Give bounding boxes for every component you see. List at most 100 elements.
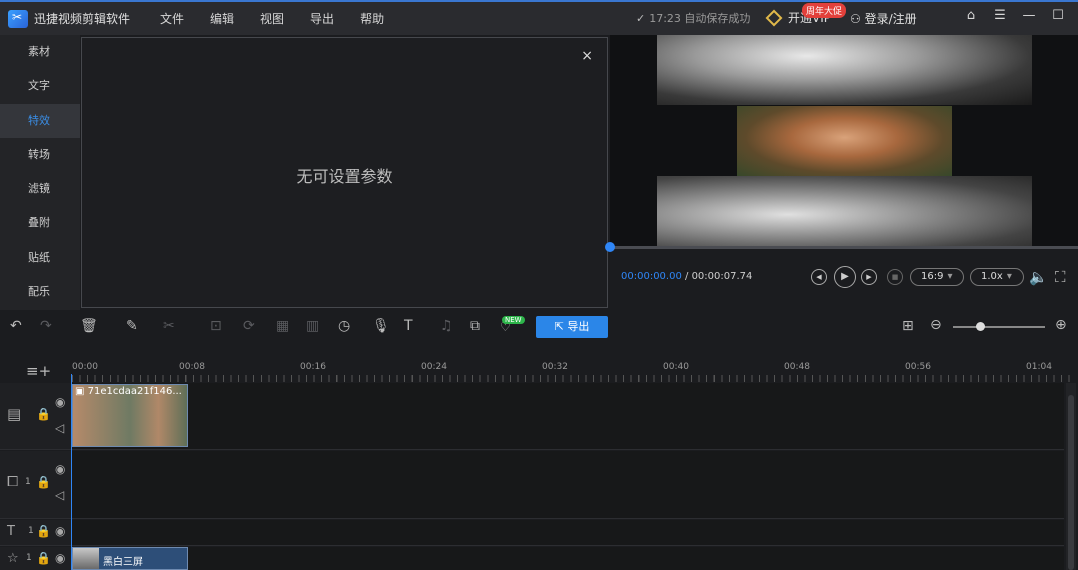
maximize-icon[interactable]: ☐ (1046, 8, 1070, 23)
mosaic-icon[interactable]: ▦ (276, 318, 289, 334)
stop-icon[interactable]: ■ (887, 269, 903, 285)
hamburger-menu-icon[interactable]: ☰ (988, 8, 1012, 23)
next-frame-icon[interactable]: ▶ (861, 269, 877, 285)
app-title: 迅捷视频剪辑软件 (34, 12, 131, 26)
ruler-label: 00:32 (542, 362, 568, 372)
menu-view[interactable]: 视图 (260, 10, 284, 27)
eye-icon[interactable]: ◉ (55, 551, 65, 565)
sidebar-item-stickers[interactable]: 贴纸 (0, 241, 80, 275)
speaker-icon[interactable]: ◁ (55, 421, 64, 435)
sidebar-item-overlay[interactable]: 叠附 (0, 206, 80, 240)
time-separator: / (681, 271, 692, 282)
pip-track-lane[interactable] (72, 451, 1064, 519)
lock-icon[interactable]: 🔒 (36, 524, 51, 538)
lock-icon[interactable]: 🔒 (36, 407, 51, 421)
timeline-scrollbar[interactable] (1066, 383, 1076, 570)
effects-track-icon: ☆ (7, 551, 19, 566)
seek-bar[interactable] (610, 246, 1078, 249)
zoom-slider-track[interactable] (953, 326, 1045, 328)
home-icon[interactable]: ⌂ (959, 8, 983, 23)
sidebar-item-material[interactable]: 素材 (0, 35, 80, 69)
pip-track-icon: ⧠ (7, 474, 19, 490)
aspect-ratio-select[interactable]: 16:9 ▾ (910, 268, 964, 286)
text-track-icon: T (7, 524, 15, 539)
sidebar-item-text[interactable]: 文字 (0, 69, 80, 103)
zoom-out-icon[interactable]: ⊖ (930, 317, 942, 333)
sidebar-item-transitions[interactable]: 转场 (0, 138, 80, 172)
lock-icon[interactable]: 🔒 (36, 551, 51, 565)
chevron-down-icon: ▾ (1006, 271, 1012, 282)
text-to-speech-icon[interactable]: T (404, 318, 413, 334)
eye-icon[interactable]: ◉ (55, 524, 65, 538)
aspect-value: 16:9 (921, 271, 944, 282)
volume-icon[interactable]: 🔈 (1029, 268, 1048, 286)
redo-icon[interactable]: ↷ (40, 318, 52, 334)
previous-frame-icon[interactable]: ◀ (811, 269, 827, 285)
track-index: 1 (28, 526, 34, 536)
edit-icon[interactable]: ✎ (126, 318, 138, 334)
preview-strip-middle (737, 106, 952, 176)
preview-strip-bottom (657, 176, 1032, 246)
fullscreen-icon[interactable]: ⛶ (1055, 268, 1066, 286)
play-icon[interactable]: ▶ (834, 266, 856, 288)
pip-icon[interactable]: ⧉ (470, 318, 480, 334)
sidebar-item-filters[interactable]: 滤镜 (0, 172, 80, 206)
ruler-label: 00:40 (663, 362, 689, 372)
crop-icon[interactable]: ⊡ (210, 318, 222, 334)
delete-icon[interactable]: 🗑 (80, 318, 98, 334)
user-icon: ⚇ (850, 12, 865, 26)
effects-track-lane[interactable] (72, 547, 1064, 570)
voice-change-icon[interactable]: ♫ (440, 318, 453, 334)
app-logo-icon (8, 9, 28, 28)
login-button[interactable]: ⚇ 登录/注册 (850, 10, 917, 27)
export-label: 导出 (567, 320, 590, 333)
cut-icon[interactable]: ✂ (163, 318, 175, 334)
menu-export[interactable]: 导出 (310, 10, 334, 27)
menu-edit[interactable]: 编辑 (210, 10, 234, 27)
preview-strip-top (657, 35, 1032, 105)
seek-handle[interactable] (605, 242, 615, 252)
scrollbar-thumb[interactable] (1068, 395, 1074, 570)
menu-help[interactable]: 帮助 (360, 10, 384, 27)
sidebar: 素材 文字 特效 转场 滤镜 叠附 贴纸 配乐 (0, 35, 80, 310)
ruler-label: 00:24 (421, 362, 447, 372)
audio-icon[interactable]: ▥ (306, 318, 319, 334)
video-track-lane[interactable] (72, 383, 1064, 450)
ruler-label: 00:00 (72, 362, 98, 372)
fit-timeline-icon[interactable]: ⊞ (902, 318, 914, 334)
text-track-lane[interactable] (72, 520, 1064, 546)
no-params-message: 无可设置参数 (296, 167, 393, 186)
playhead[interactable] (71, 374, 72, 570)
video-clip[interactable]: ▣ 71e1cdaa21f146... (72, 384, 188, 447)
ruler-label: 00:56 (905, 362, 931, 372)
speed-select[interactable]: 1.0x ▾ (970, 268, 1024, 286)
eye-icon[interactable]: ◉ (55, 395, 65, 409)
effect-clip-label: 黑白三屏 (103, 557, 143, 568)
rotate-icon[interactable]: ⟳ (243, 318, 255, 334)
undo-icon[interactable]: ↶ (10, 318, 22, 334)
new-badge: NEW (502, 316, 525, 324)
duration-icon[interactable]: ◷ (338, 318, 350, 334)
speaker-icon[interactable]: ◁ (55, 488, 64, 502)
microphone-icon[interactable]: 🎙 (372, 318, 390, 334)
ruler-label: 00:48 (784, 362, 810, 372)
eye-icon[interactable]: ◉ (55, 462, 65, 476)
sidebar-item-music[interactable]: 配乐 (0, 275, 80, 309)
menu-file[interactable]: 文件 (160, 10, 184, 27)
add-track-icon[interactable]: ≡+ (26, 362, 51, 380)
effect-clip[interactable]: 黑白三屏 (72, 547, 188, 570)
sidebar-item-effects[interactable]: 特效 (0, 103, 80, 138)
autosave-status: ✓ 17:23 自动保存成功 (636, 10, 750, 26)
zoom-in-icon[interactable]: ⊕ (1055, 317, 1067, 333)
autosave-text: 17:23 自动保存成功 (649, 12, 751, 25)
track-index: 1 (25, 477, 31, 487)
lock-icon[interactable]: 🔒 (36, 475, 51, 489)
video-clip-name: 71e1cdaa21f146... (87, 386, 182, 397)
close-icon[interactable]: × (581, 48, 593, 64)
export-button[interactable]: ⇱ 导出 (536, 316, 608, 338)
ruler-label: 00:08 (179, 362, 205, 372)
zoom-slider-handle[interactable] (976, 322, 985, 331)
chevron-down-icon: ▾ (947, 271, 953, 282)
total-time: 00:00:07.74 (691, 271, 753, 282)
minimize-icon[interactable]: — (1017, 8, 1041, 23)
